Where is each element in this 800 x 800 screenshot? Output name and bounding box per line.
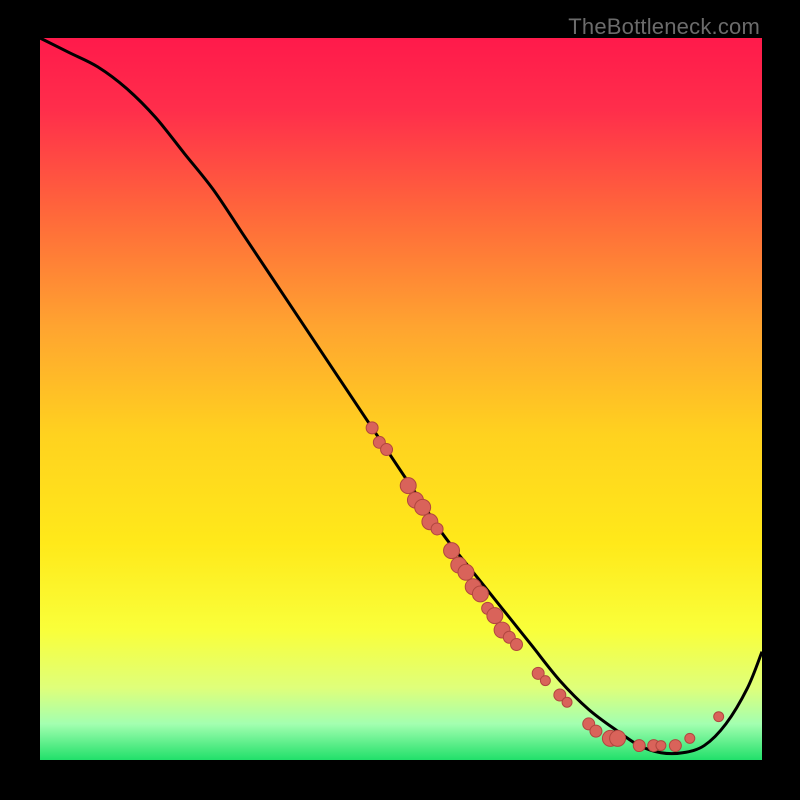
- gradient-background: [40, 38, 762, 760]
- data-marker: [540, 676, 550, 686]
- attribution-text: TheBottleneck.com: [568, 14, 760, 40]
- data-marker: [400, 478, 416, 494]
- data-marker: [487, 608, 503, 624]
- data-marker: [381, 444, 393, 456]
- data-marker: [685, 733, 695, 743]
- plot-area: [38, 38, 762, 762]
- data-marker: [415, 499, 431, 515]
- chart-container: { "attribution": "TheBottleneck.com", "c…: [0, 0, 800, 800]
- data-marker: [562, 697, 572, 707]
- data-marker: [511, 638, 523, 650]
- data-marker: [590, 725, 602, 737]
- data-marker: [444, 543, 460, 559]
- chart-svg: [40, 38, 762, 760]
- data-marker: [714, 712, 724, 722]
- data-marker: [366, 422, 378, 434]
- data-marker: [610, 730, 626, 746]
- data-marker: [472, 586, 488, 602]
- data-marker: [633, 740, 645, 752]
- data-marker: [669, 740, 681, 752]
- data-marker: [458, 564, 474, 580]
- data-marker: [431, 523, 443, 535]
- data-marker: [656, 741, 666, 751]
